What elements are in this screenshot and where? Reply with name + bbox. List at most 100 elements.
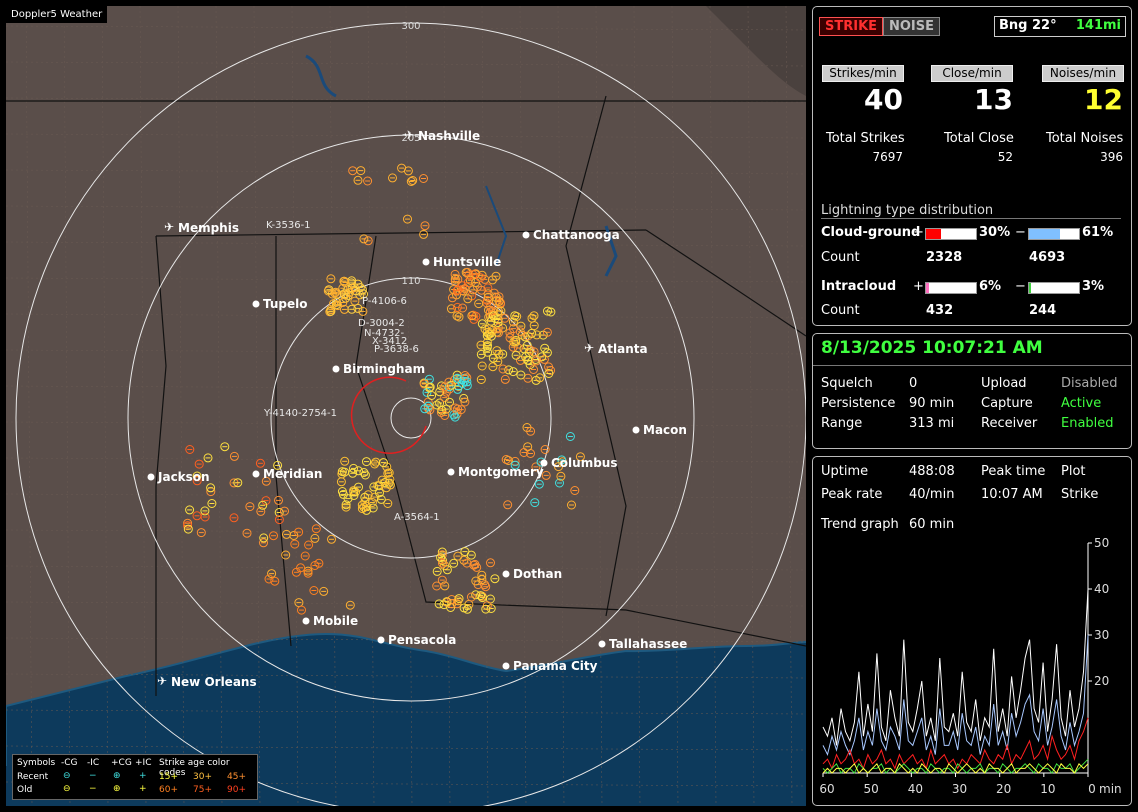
strike-mode-button[interactable]: STRIKE <box>819 17 884 36</box>
total-noises-label: Total Noises <box>1046 131 1124 146</box>
datetime-display: 8/13/2025 10:07:21 AM <box>821 338 1043 358</box>
city-label: Birmingham <box>343 362 425 376</box>
distribution-title: Lightning type distribution <box>821 203 1121 219</box>
legend-old-label: Old <box>17 785 33 795</box>
county-line <box>6 601 806 607</box>
peak-time-label: Peak time <box>981 464 1046 479</box>
plot-value[interactable]: Strike <box>1061 487 1098 502</box>
airport-icon: ✈ <box>164 220 174 234</box>
trend-series-line <box>822 588 1089 746</box>
close-per-min-header: Close/min <box>931 65 1013 82</box>
legend-old-neg-cg-icon: ⊖ <box>63 784 71 794</box>
trend-x-tick-label: 60 <box>819 782 834 796</box>
city-dot <box>502 662 510 670</box>
trend-panel: Uptime 488:08 Peak time Plot Peak rate 4… <box>812 456 1132 806</box>
legend-recent-pos-cg-icon: ⊕ <box>113 771 121 781</box>
state-border <box>355 235 806 647</box>
trend-x-unit: min <box>1099 782 1122 796</box>
total-noises-value: 396 <box>1100 150 1123 164</box>
map-canvas: 300205110K-3536-1P-4106-6D-3004-2N-4732-… <box>6 6 806 806</box>
persistence-label: Persistence <box>821 396 896 411</box>
county-line <box>25 6 33 806</box>
city-dot <box>540 459 548 467</box>
county-line <box>6 457 806 463</box>
county-line <box>6 241 806 247</box>
range-label: Range <box>821 416 863 431</box>
county-line <box>6 313 806 319</box>
legend-recent-age-3: 45+ <box>227 772 246 782</box>
noises-per-min-header: Noises/min <box>1042 65 1124 82</box>
river <box>485 185 508 267</box>
peak-rate-label: Peak rate <box>821 487 883 502</box>
city-label: Montgomery <box>458 465 544 479</box>
noises-per-min-value: 12 <box>1084 83 1123 116</box>
total-close-label: Total Close <box>944 131 1014 146</box>
state-border <box>565 95 627 617</box>
trend-x-tick-label: 50 <box>864 782 879 796</box>
ic-negative-count: 244 <box>1029 303 1057 318</box>
legend-recent-neg-ic-icon: − <box>89 771 97 781</box>
strike-legend: Symbols -CG -IC +CG +IC Strike age color… <box>12 754 258 800</box>
legend-recent-label: Recent <box>17 772 49 782</box>
status-panel: 8/13/2025 10:07:21 AM Squelch 0 Upload D… <box>812 333 1132 449</box>
city-label: Panama City <box>513 659 598 673</box>
city-dot <box>377 636 385 644</box>
cg-minus-sign: − <box>1015 225 1026 240</box>
cg-positive-bar <box>925 228 977 240</box>
capture-label: Capture <box>981 396 1033 411</box>
city-dot <box>302 617 310 625</box>
lightning-map[interactable]: 300 205 110 K-3536-1 P-4106-6 D-3004-2 N-4732-… <box>6 6 806 806</box>
city-label: Memphis <box>178 221 239 235</box>
status-divider <box>813 365 1131 366</box>
atlantic-region <box>706 6 806 96</box>
trend-graph-label: Trend graph <box>821 517 899 532</box>
cloud-ground-label: Cloud-ground <box>821 225 921 240</box>
city-dot <box>447 468 455 476</box>
trend-graph-value: 60 min <box>909 517 955 532</box>
trend-x-tick-label: 10 <box>1040 782 1055 796</box>
county-line <box>6 205 806 211</box>
city-label: Meridian <box>263 467 322 481</box>
range-value: 313 mi <box>909 416 955 431</box>
legend-old-pos-cg-icon: ⊕ <box>113 784 121 794</box>
receiver-value: Enabled <box>1061 416 1114 431</box>
trend-x-tick-label: 20 <box>996 782 1011 796</box>
city-dot <box>632 426 640 434</box>
cg-positive-percent: 30% <box>979 225 1011 240</box>
app-title: Doppler5 Weather <box>6 6 108 23</box>
ic-positive-percent: 6% <box>979 279 1002 294</box>
city-dot <box>522 231 530 239</box>
state-border <box>155 235 167 696</box>
upload-value: Disabled <box>1061 376 1118 391</box>
receiver-label: Receiver <box>981 416 1038 431</box>
distance-value: 141mi <box>1075 18 1121 33</box>
trend-x-tick-label: 30 <box>952 782 967 796</box>
county-line <box>6 493 806 499</box>
city-dot <box>332 365 340 373</box>
legend-old-age-1: 60+ <box>159 785 178 795</box>
ic-plus-sign: + <box>913 279 924 294</box>
legend-old-pos-ic-icon: + <box>139 784 147 794</box>
city-label: New Orleans <box>171 675 257 689</box>
ic-positive-count: 432 <box>926 303 954 318</box>
storm-track-label: P-3638-6 <box>374 344 419 355</box>
noise-mode-button[interactable]: NOISE <box>883 17 941 36</box>
trend-x-tick-label: 40 <box>908 782 923 796</box>
trend-y-tick-label: 50 <box>1094 536 1109 550</box>
legend-recent-age-1: 15+ <box>159 772 178 782</box>
city-label: Pensacola <box>388 633 456 647</box>
squelch-value: 0 <box>909 376 918 391</box>
city-label: Nashville <box>418 129 480 143</box>
persistence-value: 90 min <box>909 396 955 411</box>
airport-icon: ✈ <box>157 674 167 688</box>
city-label: Huntsville <box>433 255 501 269</box>
legend-recent-age-2: 30+ <box>193 772 212 782</box>
airport-icon: ✈ <box>404 128 414 142</box>
cg-negative-bar <box>1028 228 1080 240</box>
airport-icon: ✈ <box>584 341 594 355</box>
city-dot <box>252 300 260 308</box>
trend-y-tick-label: 30 <box>1094 628 1109 642</box>
legend-recent-neg-cg-icon: ⊖ <box>63 771 71 781</box>
trend-y-tick-label: 40 <box>1094 582 1109 596</box>
city-dot <box>502 570 510 578</box>
